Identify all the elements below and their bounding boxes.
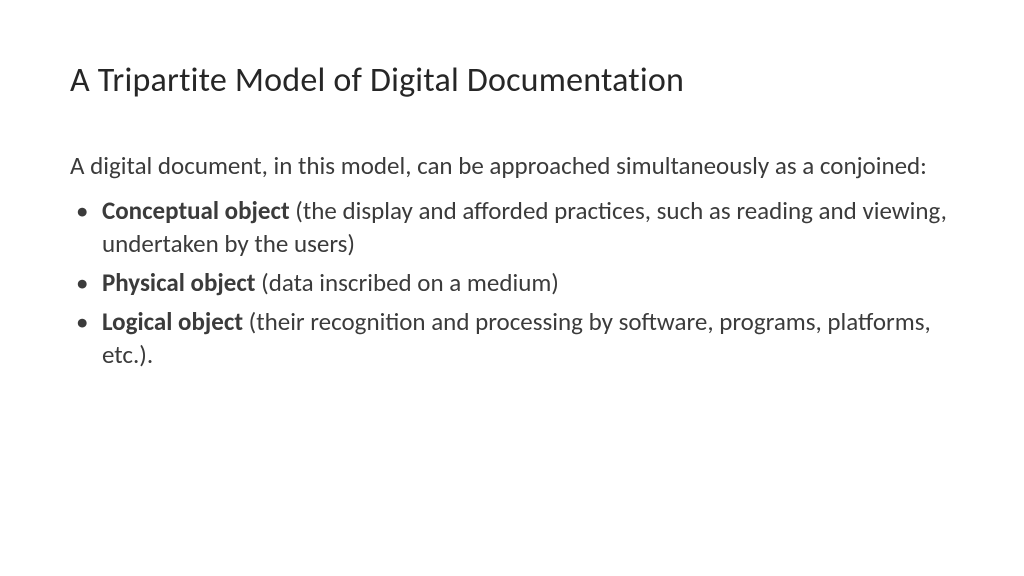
list-item: Logical object (their recognition and pr… [70,305,954,371]
list-item: Physical object (data inscribed on a med… [70,266,954,299]
list-item: Conceptual object (the display and affor… [70,194,954,260]
bullet-rest: (data inscribed on a medium) [255,267,558,298]
bullet-list: Conceptual object (the display and affor… [70,194,954,371]
bullet-bold: Logical object [102,306,243,337]
intro-paragraph: A digital document, in this model, can b… [70,149,954,182]
bullet-bold: Physical object [102,267,255,298]
bullet-bold: Conceptual object [102,195,290,226]
slide-title: A Tripartite Model of Digital Documentat… [70,60,954,101]
